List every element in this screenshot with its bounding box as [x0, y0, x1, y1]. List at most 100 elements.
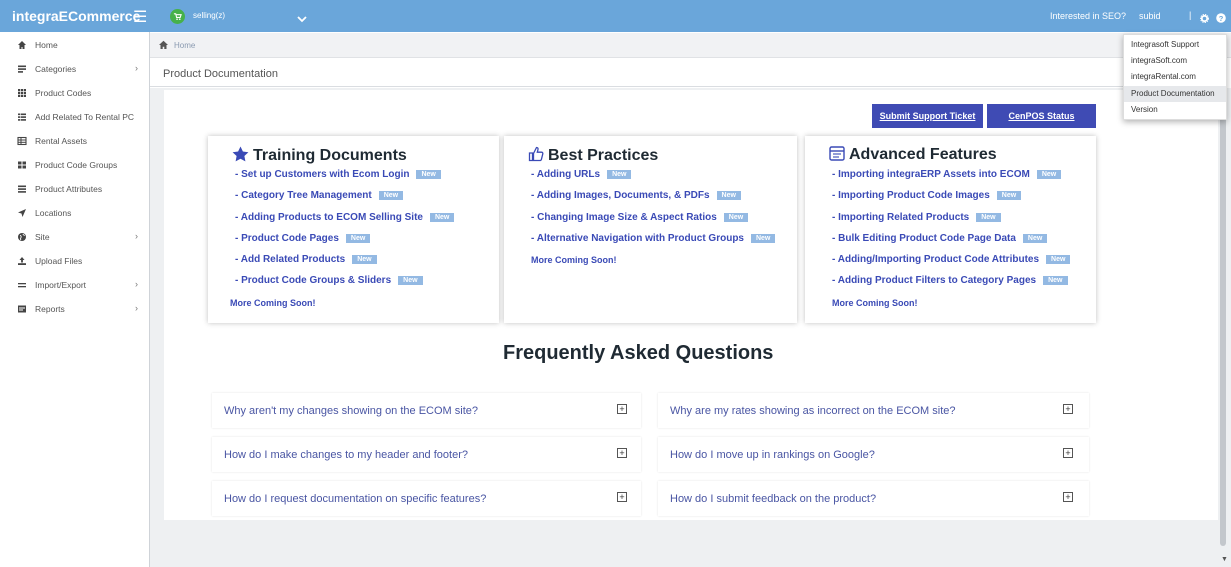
doc-link[interactable]: - Adding Products to ECOM Selling Site Ne… [235, 212, 455, 233]
home-icon [18, 41, 26, 49]
doc-link[interactable]: - Alternative Navigation with Product Gr… [531, 233, 776, 254]
new-badge: New [1046, 255, 1071, 265]
new-badge: New [607, 170, 632, 179]
gear-icon[interactable] [1200, 10, 1209, 28]
menu-item-product-documentation[interactable]: Product Documentation [1124, 86, 1226, 102]
new-badge: New [378, 191, 404, 201]
new-badge: New [996, 191, 1022, 201]
chevron-right-icon: › [135, 63, 138, 73]
brand-logo[interactable]: integraECommerce [12, 8, 140, 24]
training-documents-card: Training Documents - Set up Customers wi… [208, 136, 499, 323]
sidebar-item-import-export[interactable]: Import/Export › [0, 273, 149, 297]
doc-link[interactable]: - Adding Product Filters to Category Pag… [832, 275, 1070, 296]
faq-item[interactable]: How do I make changes to my header and f… [212, 437, 641, 472]
expand-icon[interactable]: + [1063, 404, 1073, 414]
sidebar-item-categories[interactable]: Categories › [0, 57, 149, 81]
expand-icon[interactable]: + [617, 448, 627, 458]
breadcrumb: Home [150, 33, 1231, 58]
help-dropdown-menu: Integrasoft Support integraSoft.com inte… [1123, 34, 1227, 120]
window-icon [829, 146, 845, 161]
sidebar-item-add-related[interactable]: Add Related To Rental PC [0, 105, 149, 129]
new-badge: New [398, 276, 423, 286]
seo-link[interactable]: Interested in SEO? [1050, 11, 1126, 21]
doc-link[interactable]: - Importing integraERP Assets into ECOM N… [832, 169, 1070, 190]
sidebar-item-product-code-groups[interactable]: Product Code Groups [0, 153, 149, 177]
submit-support-ticket-button[interactable]: Submit Support Ticket [872, 104, 983, 128]
new-badge: New [716, 191, 741, 201]
faq-question: Why are my rates showing as incorrect on… [670, 405, 956, 417]
new-badge: New [723, 212, 749, 222]
sidebar-item-label: Import/Export [35, 280, 87, 290]
faq-item[interactable]: How do I request documentation on specif… [212, 481, 641, 516]
new-badge: New [352, 255, 377, 265]
user-name[interactable]: subid [1139, 11, 1161, 21]
help-icon[interactable]: ? [1216, 10, 1226, 28]
doc-link[interactable]: - Product Code Groups & Sliders New [235, 275, 454, 296]
header-separator: | [1189, 10, 1192, 20]
sidebar-item-locations[interactable]: Locations [0, 201, 149, 225]
site-selector[interactable]: selling(z) [193, 11, 225, 20]
expand-icon[interactable]: + [1063, 448, 1073, 458]
doc-link[interactable]: - Adding/Importing Product Code Attribut… [832, 254, 1071, 275]
doc-link[interactable]: - Importing Related Products New [832, 212, 1070, 233]
chevron-down-icon[interactable] [297, 10, 307, 28]
faq-title: Frequently Asked Questions [503, 342, 774, 364]
sidebar-item-label: Product Code Groups [35, 160, 118, 170]
home-icon[interactable] [158, 40, 169, 50]
sidebar-item-product-attributes[interactable]: Product Attributes [0, 177, 149, 201]
menu-item-integrarental-com[interactable]: integraRental.com [1124, 69, 1226, 85]
scroll-down-arrow-icon[interactable]: ▼ [1221, 556, 1228, 563]
table-icon [17, 136, 27, 146]
menu-item-version[interactable]: Version [1124, 102, 1226, 118]
faq-question: Why aren't my changes showing on the ECO… [224, 405, 478, 417]
cart-icon[interactable] [170, 9, 185, 24]
sidebar-item-site[interactable]: Site › [0, 225, 149, 249]
categories-icon [18, 65, 26, 73]
upload-icon [18, 257, 26, 265]
star-icon [232, 146, 249, 162]
sidebar-item-upload-files[interactable]: Upload Files [0, 249, 149, 273]
expand-icon[interactable]: + [617, 404, 627, 414]
sidebar-item-product-codes[interactable]: Product Codes [0, 81, 149, 105]
new-badge: New [429, 212, 455, 222]
scrollbar[interactable]: ▼ [1218, 88, 1231, 567]
doc-link[interactable]: - Adding Images, Documents, & PDFs New [531, 190, 775, 211]
card-title-text: Best Practices [548, 147, 659, 164]
doc-link[interactable]: - Product Code Pages New [235, 233, 454, 254]
list-icon [18, 113, 26, 121]
card-title: Advanced Features [829, 146, 997, 164]
expand-icon[interactable]: + [617, 492, 627, 502]
card-title-text: Training Documents [253, 147, 407, 164]
faq-item[interactable]: Why aren't my changes showing on the ECO… [212, 393, 641, 428]
card-title: Best Practices [528, 146, 658, 165]
doc-link[interactable]: - Adding URLs New [531, 169, 775, 190]
hamburger-menu-icon[interactable]: ☰ [133, 7, 147, 27]
sidebar-item-reports[interactable]: Reports › [0, 297, 149, 321]
thumbs-up-icon [528, 146, 544, 162]
doc-link[interactable]: - Bulk Editing Product Code Page Data New [832, 233, 1070, 254]
breadcrumb-home[interactable]: Home [174, 41, 195, 50]
svg-text:?: ? [1219, 14, 1224, 23]
faq-item[interactable]: How do I move up in rankings on Google? … [658, 437, 1089, 472]
sidebar-item-label: Add Related To Rental PC [35, 112, 135, 122]
page-title-bar: Product Documentation [150, 59, 1218, 87]
exchange-icon [18, 283, 26, 288]
cenpos-status-button[interactable]: CenPOS Status [987, 104, 1096, 128]
sidebar-item-label: Locations [35, 208, 72, 218]
menu-item-integrasoft-com[interactable]: integraSoft.com [1124, 53, 1226, 69]
faq-item[interactable]: How do I submit feedback on the product?… [658, 481, 1089, 516]
doc-link[interactable]: - Importing Product Code Images New [832, 190, 1070, 211]
card-title-text: Advanced Features [849, 146, 997, 163]
sidebar-item-home[interactable]: Home [0, 33, 149, 57]
faq-item[interactable]: Why are my rates showing as incorrect on… [658, 393, 1089, 428]
scrollbar-thumb[interactable] [1220, 116, 1226, 546]
menu-item-integrasoft-support[interactable]: Integrasoft Support [1124, 37, 1226, 53]
card-title: Training Documents [232, 146, 407, 165]
doc-link[interactable]: - Category Tree Management New [235, 190, 454, 211]
sidebar-item-rental-assets[interactable]: Rental Assets [0, 129, 149, 153]
doc-link[interactable]: - Set up Customers with Ecom Login New [235, 169, 454, 190]
doc-link[interactable]: - Add Related Products New [235, 254, 454, 275]
expand-icon[interactable]: + [1063, 492, 1073, 502]
doc-link[interactable]: - Changing Image Size & Aspect Ratios New [531, 212, 775, 233]
chevron-right-icon: › [135, 279, 138, 289]
